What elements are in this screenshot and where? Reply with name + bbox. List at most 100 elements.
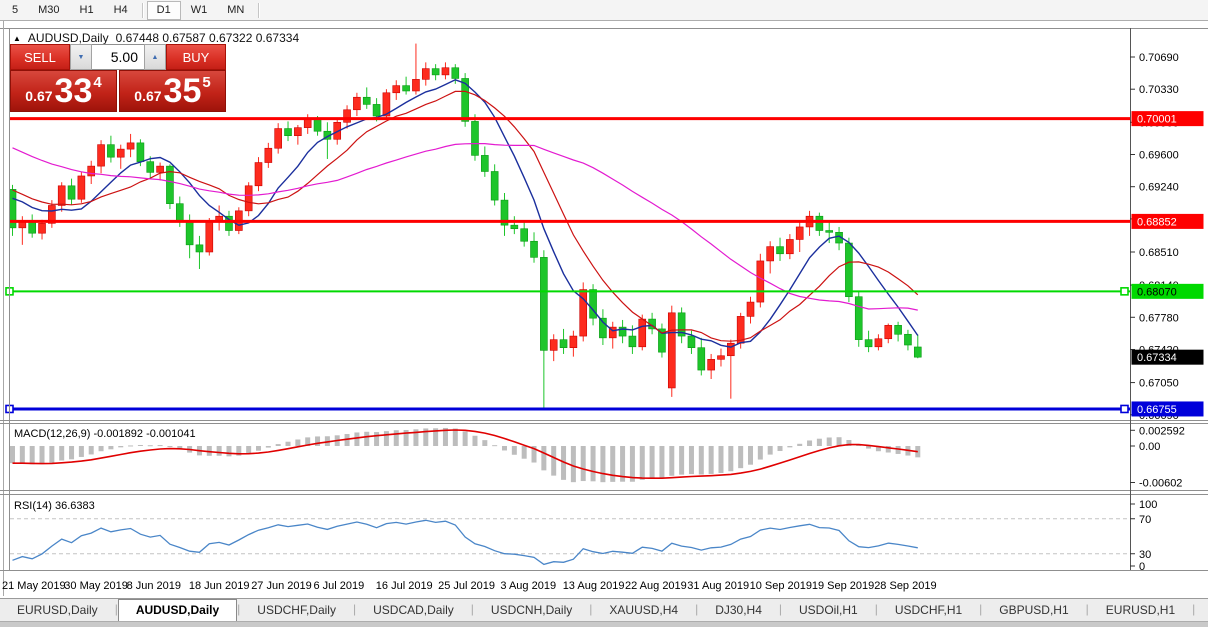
timeframe-button-w1[interactable]: W1	[181, 1, 218, 20]
timeframe-button-5[interactable]: 5	[2, 1, 28, 20]
rsi-tick-label: 70	[1139, 514, 1151, 526]
date-label: 6 Jul 2019	[314, 580, 365, 592]
buy-price-prefix: 0.67	[134, 88, 161, 111]
one-click-trade-widget: SELL ▼ ▲ BUY 0.67 33 4 0.67 35 5	[10, 44, 226, 112]
candle-body	[865, 340, 872, 347]
level-handle-right[interactable]	[1121, 288, 1128, 295]
collapse-triangle-icon[interactable]: ▲	[13, 34, 21, 43]
candle-body	[511, 225, 518, 229]
candle-body	[550, 340, 557, 351]
macd-histogram-bar	[502, 446, 507, 450]
chart-tab-usdoil-h1[interactable]: USDOil,H1	[782, 599, 875, 621]
macd-histogram-bar	[758, 446, 763, 460]
candle-body	[127, 143, 134, 149]
macd-histogram-bar	[99, 446, 104, 451]
date-label: 10 Sep 2019	[750, 580, 812, 592]
macd-histogram-bar	[591, 446, 596, 481]
macd-histogram-bar	[79, 446, 84, 457]
toolbar-separator	[142, 3, 143, 18]
macd-histogram-bar	[827, 437, 832, 446]
candle-body	[285, 129, 292, 136]
candle-body	[747, 302, 754, 316]
macd-histogram-bar	[246, 446, 251, 454]
trade-buttons-row: SELL ▼ ▲ BUY	[10, 44, 226, 70]
macd-histogram-bar	[138, 445, 143, 446]
buy-price-pip: 5	[202, 71, 210, 91]
macd-histogram-bar	[669, 446, 674, 476]
chart-tab-usdchf-daily[interactable]: USDCHF,Daily	[240, 599, 353, 621]
volume-decrease-button[interactable]: ▼	[70, 44, 92, 70]
price-tick-label: 0.69240	[1139, 182, 1179, 194]
candle-body	[245, 186, 252, 211]
date-label: 22 Aug 2019	[625, 580, 687, 592]
chart-tab-usdchf-h1[interactable]: USDCHF,H1	[878, 599, 979, 621]
candle-body	[412, 79, 419, 91]
timeframe-button-d1[interactable]: D1	[147, 1, 181, 20]
candle-body	[717, 356, 724, 360]
timeframe-button-m30[interactable]: M30	[28, 1, 69, 20]
chart-tab-audusd-daily[interactable]: AUDUSD,Daily	[118, 599, 237, 621]
sell-button[interactable]: SELL	[10, 44, 70, 70]
sell-price-box[interactable]: 0.67 33 4	[10, 70, 117, 112]
timeframe-button-h4[interactable]: H4	[104, 1, 138, 20]
volume-increase-button[interactable]: ▲	[144, 44, 166, 70]
macd-histogram-bar	[807, 440, 812, 446]
candle-body	[491, 171, 498, 200]
candle-body	[255, 163, 262, 186]
chart-tab-eurusd-h1[interactable]: EURUSD,H1	[1089, 599, 1192, 621]
rsi-tick-label: 30	[1139, 549, 1151, 561]
candle-body	[265, 148, 272, 162]
macd-histogram-bar	[89, 446, 94, 454]
macd-histogram-bar	[482, 440, 487, 446]
macd-histogram-bar	[286, 442, 291, 446]
macd-histogram-bar	[118, 446, 123, 447]
macd-histogram-bar	[256, 446, 261, 451]
chart-tab-xauusd-h4[interactable]: XAUUSD,H4	[592, 599, 695, 621]
macd-histogram-bar	[551, 446, 556, 476]
candle-body	[570, 336, 577, 348]
chart-tab-gbpaud-h1[interactable]: GBPAUD,H1	[1195, 599, 1208, 621]
status-strip	[0, 621, 1208, 627]
candle-body	[904, 334, 911, 345]
price-tick-label: 0.70330	[1139, 84, 1179, 96]
macd-histogram-bar	[659, 446, 664, 478]
candle-body	[314, 120, 321, 132]
candle-body	[353, 97, 360, 110]
candle-body	[816, 216, 823, 230]
candle-body	[373, 104, 380, 116]
macd-histogram-bar	[768, 446, 773, 455]
macd-histogram-bar	[600, 446, 605, 482]
candle-body	[275, 129, 282, 149]
candle-body	[471, 121, 478, 155]
chart-tab-dj30-h4[interactable]: DJ30,H4	[698, 599, 779, 621]
macd-histogram-bar	[69, 446, 74, 459]
macd-histogram-bar	[315, 436, 320, 446]
macd-histogram-bar	[679, 446, 684, 475]
chart-tab-usdcnh-daily[interactable]: USDCNH,Daily	[474, 599, 589, 621]
date-label: 21 May 2019	[2, 580, 66, 592]
rsi-line	[13, 520, 918, 564]
chart-symbol-label: AUDUSD,Daily	[28, 31, 109, 45]
macd-histogram-bar	[49, 446, 54, 463]
level-handle-right[interactable]	[1121, 405, 1128, 412]
macd-tick-label: 0.002592	[1139, 425, 1185, 437]
trading-terminal-window: 0.706900.703300.699600.696000.692400.688…	[0, 0, 1208, 627]
candle-body	[147, 162, 154, 173]
candle-body	[727, 343, 734, 356]
price-tick-label: 0.68510	[1139, 247, 1179, 259]
chart-tab-gbpusd-h1[interactable]: GBPUSD,H1	[982, 599, 1085, 621]
timeframe-button-h1[interactable]: H1	[70, 1, 104, 20]
buy-button[interactable]: BUY	[166, 44, 226, 70]
timeframe-button-mn[interactable]: MN	[217, 1, 254, 20]
candle-body	[796, 227, 803, 240]
sell-price-pip: 4	[93, 71, 101, 91]
chart-tab-eurusd-daily[interactable]: EURUSD,Daily	[0, 599, 115, 621]
price-tick-label: 0.67050	[1139, 378, 1179, 390]
price-tick-label: 0.70690	[1139, 52, 1179, 64]
candle-body	[855, 297, 862, 340]
volume-input[interactable]	[92, 44, 144, 70]
ma-medium-line	[13, 91, 918, 341]
buy-price-box[interactable]: 0.67 35 5	[119, 70, 226, 112]
macd-histogram-bar	[778, 446, 783, 451]
chart-tab-usdcad-daily[interactable]: USDCAD,Daily	[356, 599, 471, 621]
